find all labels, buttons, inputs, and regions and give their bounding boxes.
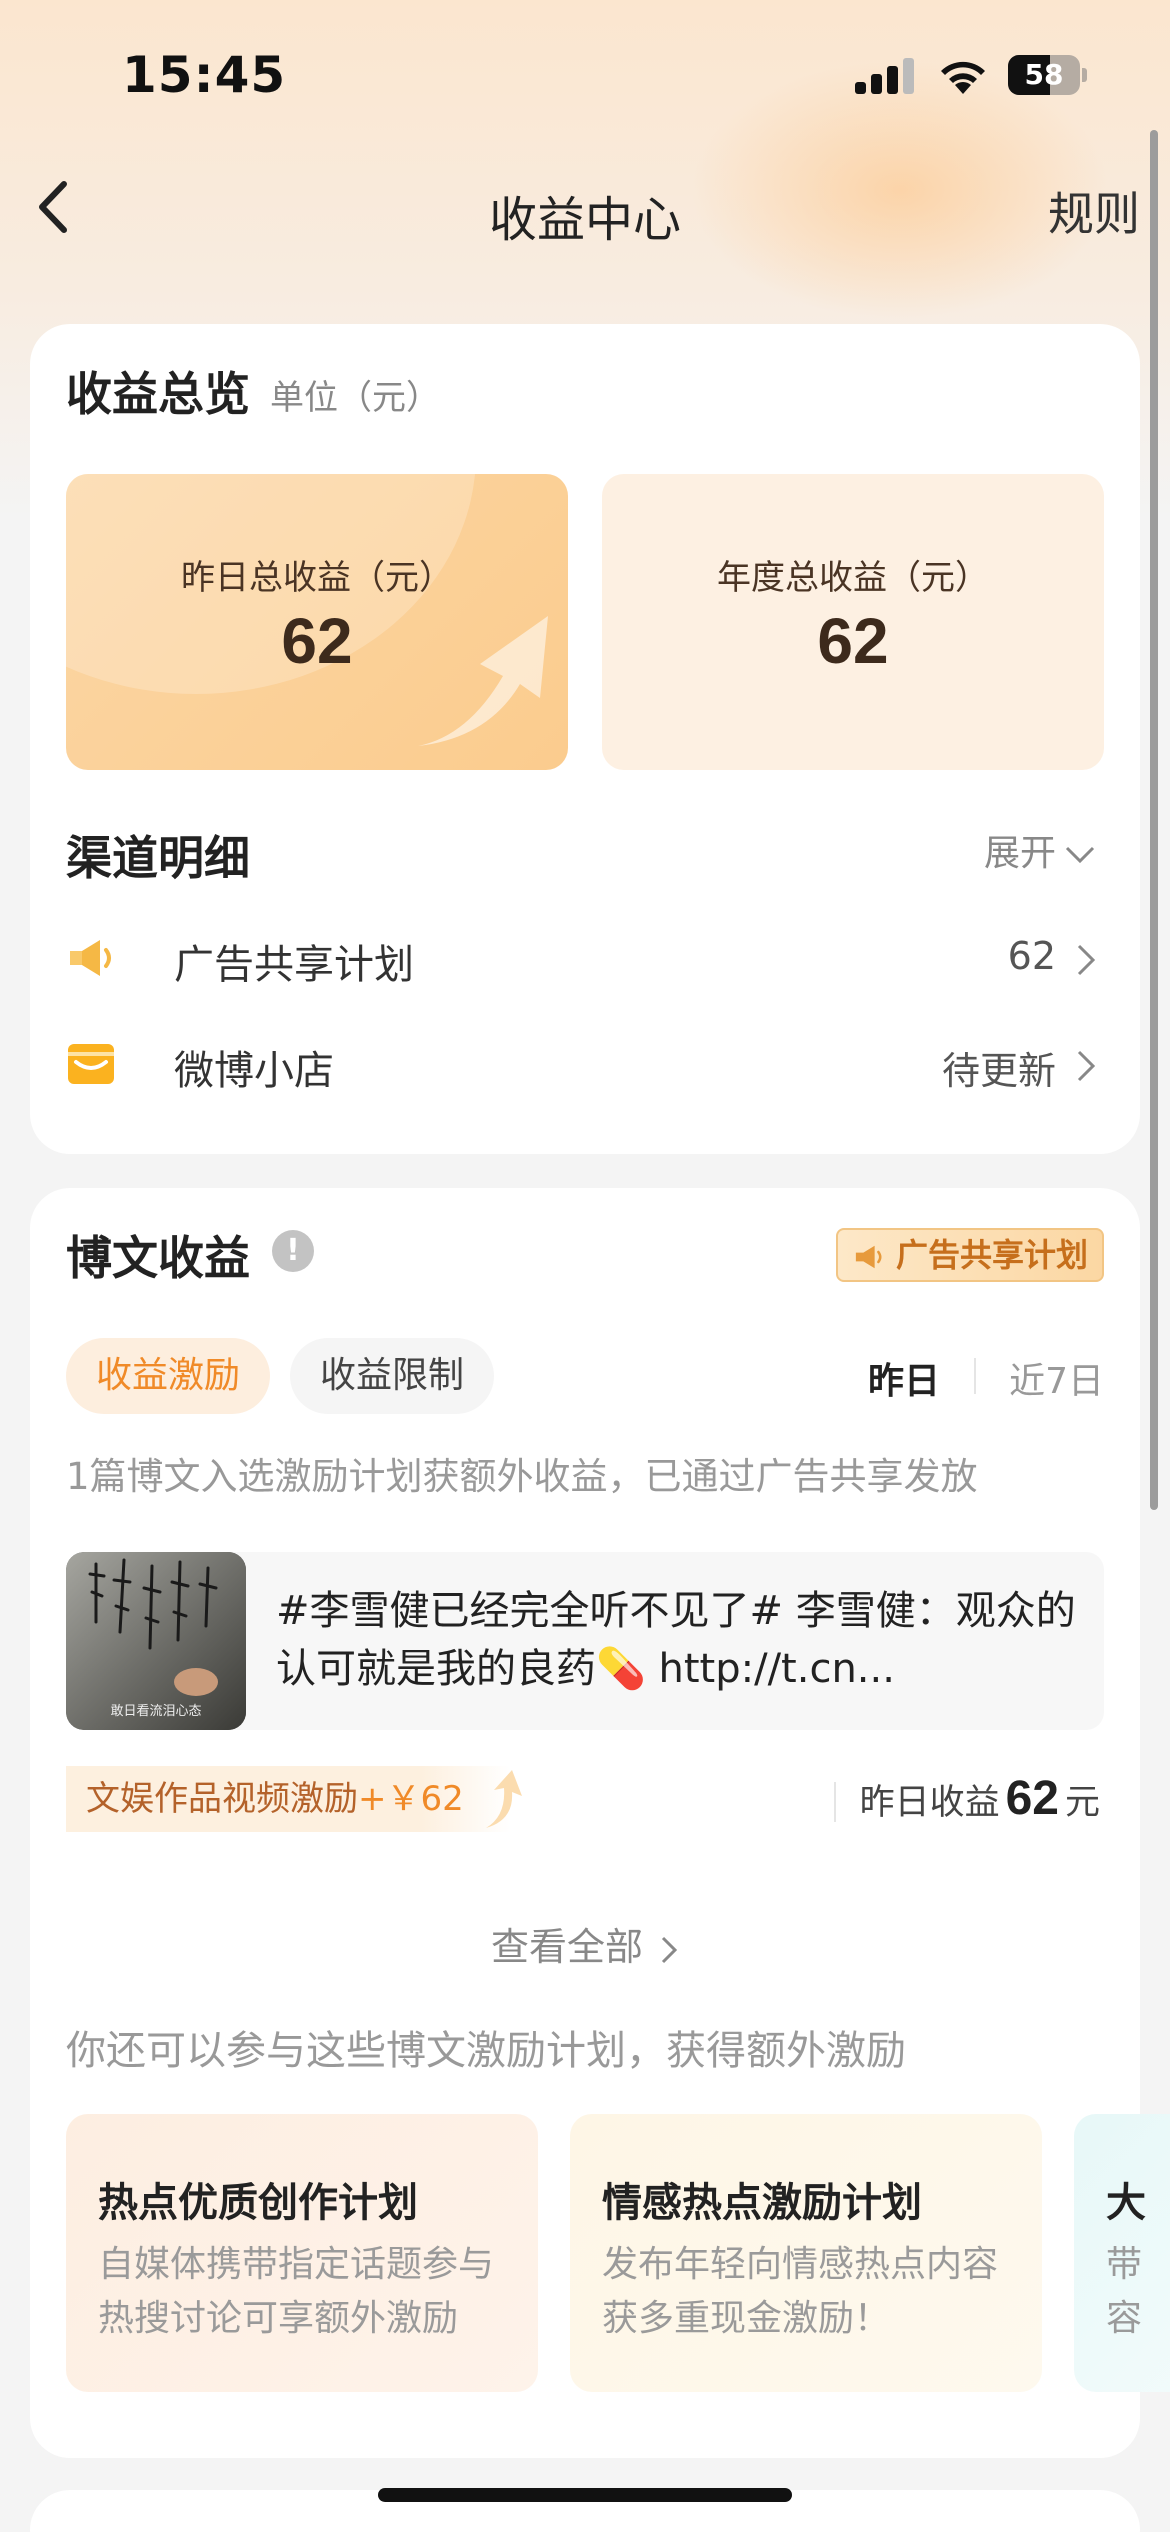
expand-label: 展开 bbox=[983, 833, 1056, 874]
post-income-card: 博文收益 ! 广告共享计划 收益激励 收益限制 昨日 近7日 1篇博文入选激励计… bbox=[30, 1188, 1170, 2458]
tab-income-limit[interactable]: 收益限制 bbox=[290, 1338, 495, 1414]
overview-unit: 单位（元） bbox=[270, 378, 440, 418]
reward-tag-amount: +￥62 bbox=[358, 1779, 464, 1819]
wifi-icon bbox=[935, 52, 991, 96]
yesterday-income-label: 昨日总收益（元） bbox=[181, 558, 453, 598]
plan-title: 情感热点激励计划 bbox=[602, 2180, 922, 2226]
cellular-signal-icon bbox=[855, 58, 915, 94]
up-arrow-icon bbox=[486, 1770, 522, 1828]
post-income-title: 博文收益 bbox=[66, 1231, 250, 1285]
post-thumbnail-caption: 敢日看流泪心态 bbox=[110, 1704, 202, 1719]
home-indicator[interactable] bbox=[378, 2488, 792, 2502]
navigation-bar: 收益中心 规则 bbox=[0, 150, 1170, 270]
expand-button[interactable]: 展开 bbox=[984, 824, 1096, 876]
yesterday-income-unit: 元 bbox=[1064, 1783, 1100, 1823]
chevron-right-icon bbox=[1077, 1050, 1096, 1082]
help-icon[interactable]: ! bbox=[272, 1230, 314, 1272]
view-all-button[interactable]: 查看全部 bbox=[30, 1916, 1140, 1971]
channel-row-ad-share[interactable]: 广告共享计划 62 bbox=[66, 918, 1104, 998]
overview-title: 收益总览 bbox=[66, 367, 250, 421]
yesterday-income-value: 62 bbox=[1005, 1772, 1059, 1825]
chevron-down-icon bbox=[1065, 846, 1095, 864]
rules-link[interactable]: 规则 bbox=[1048, 178, 1140, 244]
page-title: 收益中心 bbox=[488, 192, 681, 248]
battery-level: 58 bbox=[1024, 58, 1064, 91]
tab-income-incentive[interactable]: 收益激励 bbox=[66, 1338, 271, 1414]
plan-description: 发布年轻向情感热点内容获多重现金激励！ bbox=[602, 2244, 999, 2339]
chevron-right-icon bbox=[1077, 944, 1096, 976]
yesterday-income: 昨日收益 62 元 bbox=[860, 1766, 1100, 1832]
range-yesterday[interactable]: 昨日 bbox=[868, 1352, 940, 1404]
reward-tag: 文娱作品视频激励+￥62 bbox=[66, 1766, 510, 1832]
chevron-right-icon bbox=[661, 1936, 678, 1963]
view-all-label: 查看全部 bbox=[490, 1925, 643, 1969]
channels-title: 渠道明细 bbox=[66, 831, 250, 885]
yesterday-income-box[interactable]: 昨日总收益（元） 62 bbox=[66, 474, 568, 770]
reward-tag-label: 文娱作品视频激励 bbox=[86, 1779, 358, 1819]
incentive-description: 1篇博文入选激励计划获额外收益，已通过广告共享发放 bbox=[66, 1455, 978, 1498]
post-text: #李雪健已经完全听不见了# 李雪健：观众的认可就是我的良药💊 http://t.… bbox=[276, 1588, 1076, 1692]
annual-income-label: 年度总收益（元） bbox=[717, 558, 989, 598]
ad-share-badge[interactable]: 广告共享计划 bbox=[835, 1228, 1104, 1282]
plan-description: 自媒体携带指定话题参与热搜讨论可享额外激励 bbox=[98, 2244, 495, 2339]
plan-card-partial[interactable]: 大 带容 bbox=[1074, 2114, 1170, 2392]
yesterday-income-value: 62 bbox=[281, 605, 353, 677]
ad-share-badge-label: 广告共享计划 bbox=[895, 1236, 1088, 1274]
status-time: 15:45 bbox=[122, 46, 287, 104]
plan-title: 热点优质创作计划 bbox=[98, 2180, 418, 2226]
yesterday-divider bbox=[834, 1782, 836, 1822]
post-thumbnail: 敢日看流泪心态 bbox=[66, 1552, 246, 1730]
plan-card-emotion-hot[interactable]: 情感热点激励计划 发布年轻向情感热点内容获多重现金激励！ bbox=[570, 2114, 1042, 2392]
channel-value: 62 bbox=[1007, 934, 1056, 978]
post-item[interactable]: 敢日看流泪心态 #李雪健已经完全听不见了# 李雪健：观众的认可就是我的良药💊 h… bbox=[66, 1552, 1104, 1730]
plan-card-hot-quality[interactable]: 热点优质创作计划 自媒体携带指定话题参与热搜讨论可享额外激励 bbox=[66, 2114, 538, 2392]
shop-icon bbox=[68, 1044, 114, 1084]
plan-title: 大 bbox=[1106, 2180, 1146, 2226]
channel-value: 待更新 bbox=[941, 1049, 1056, 1093]
scrollbar[interactable] bbox=[1150, 130, 1158, 1510]
range-divider bbox=[974, 1358, 976, 1394]
overview-card: 收益总览 单位（元） 昨日总收益（元） 62 年度总收益（元） 62 渠道明细 … bbox=[30, 324, 1140, 1154]
range-7-days[interactable]: 近7日 bbox=[1009, 1352, 1104, 1404]
status-bar: 15:45 58 bbox=[0, 0, 1170, 150]
annual-income-box[interactable]: 年度总收益（元） 62 bbox=[602, 474, 1104, 770]
megaphone-icon bbox=[70, 940, 111, 976]
channel-label: 广告共享计划 bbox=[174, 942, 414, 988]
plan-description: 带容 bbox=[1106, 2244, 1143, 2339]
annual-income-value: 62 bbox=[817, 605, 889, 677]
more-plans-description: 你还可以参与这些博文激励计划，获得额外激励 bbox=[66, 2028, 906, 2074]
channel-label: 微博小店 bbox=[174, 1048, 334, 1094]
yesterday-income-label: 昨日收益 bbox=[859, 1783, 1000, 1823]
megaphone-icon bbox=[855, 1245, 882, 1269]
channel-row-weibo-shop[interactable]: 微博小店 待更新 bbox=[66, 1024, 1104, 1104]
battery-icon: 58 bbox=[1008, 55, 1087, 95]
